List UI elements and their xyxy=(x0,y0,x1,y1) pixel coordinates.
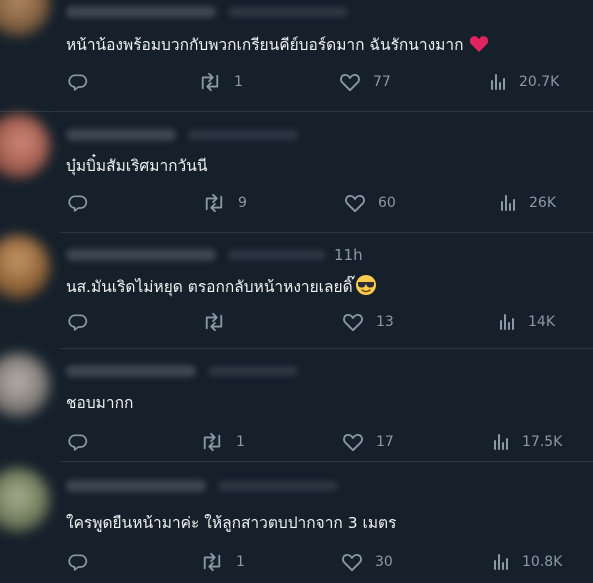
tweet-text: ชอบมากก xyxy=(66,393,133,413)
views-icon xyxy=(498,313,516,331)
like-button[interactable]: 77 xyxy=(339,71,391,93)
tweet-header xyxy=(66,127,298,143)
heart-icon xyxy=(342,432,364,452)
like-count: 17 xyxy=(376,434,394,450)
heart-icon xyxy=(341,552,363,572)
retweet-button[interactable]: 1 xyxy=(200,431,245,453)
retweet-count: 9 xyxy=(238,195,247,211)
tweet-text: นส.มันเริดไม่หยุด ตรอกกลับหน้าหงายเลยดิ๊ xyxy=(66,274,377,301)
tweet-header xyxy=(66,4,348,20)
tweet-header xyxy=(66,363,298,379)
author-handle[interactable] xyxy=(218,481,338,491)
views-button[interactable]: 14K xyxy=(498,311,555,333)
views-count: 20.7K xyxy=(519,74,560,90)
tweet[interactable]: ชอบมากก 1 17 17.5K xyxy=(0,349,593,459)
retweet-button[interactable]: 9 xyxy=(202,192,247,214)
retweet-count: 1 xyxy=(236,434,245,450)
views-button[interactable]: 26K xyxy=(499,192,556,214)
tweet-header: 11h xyxy=(66,246,363,264)
tweet-text-content: หน้าน้องพร้อมบวกกับพวกเกรียนคีย์บอร์ดมาก… xyxy=(66,36,464,54)
tweet[interactable]: ใครพูดยืนหน้ามาค่ะ ให้ลูกสาวตบปากจาก 3 เ… xyxy=(0,462,593,583)
retweet-icon xyxy=(198,72,222,92)
tweet-text-content: ชอบมากก xyxy=(66,394,134,412)
retweet-button[interactable]: 1 xyxy=(200,551,245,573)
like-count: 30 xyxy=(375,554,393,570)
retweet-button[interactable] xyxy=(202,311,238,333)
heart-icon xyxy=(342,312,364,332)
like-count: 77 xyxy=(373,74,391,90)
views-icon xyxy=(499,194,517,212)
reply-button[interactable] xyxy=(68,431,100,453)
like-button[interactable]: 60 xyxy=(344,192,396,214)
author-handle[interactable] xyxy=(228,7,348,17)
retweet-icon xyxy=(202,312,226,332)
avatar[interactable] xyxy=(0,0,50,36)
reply-icon xyxy=(68,432,88,452)
tweet-text: บุ๋มบิ๋มสัมเริศมากวันนี xyxy=(66,156,207,176)
like-count: 60 xyxy=(378,195,396,211)
views-icon xyxy=(489,73,507,91)
tweet[interactable]: บุ๋มบิ๋มสัมเริศมากวันนี 9 60 26K xyxy=(0,112,593,230)
tweet-header xyxy=(66,478,338,494)
tweet-text: ใครพูดยืนหน้ามาค่ะ ให้ลูกสาวตบปากจาก 3 เ… xyxy=(66,513,396,533)
reply-icon xyxy=(68,552,88,572)
author-handle[interactable] xyxy=(228,250,326,260)
heart-icon xyxy=(344,193,366,213)
like-count: 13 xyxy=(376,314,394,330)
views-button[interactable]: 20.7K xyxy=(489,71,559,93)
views-icon xyxy=(492,433,510,451)
like-button[interactable]: 30 xyxy=(341,551,393,573)
tweet-text-content: บุ๋มบิ๋มสัมเริศมากวันนี xyxy=(66,157,208,175)
retweet-icon xyxy=(200,432,224,452)
author-name[interactable] xyxy=(66,6,216,18)
views-count: 17.5K xyxy=(522,434,563,450)
heart-icon xyxy=(339,72,361,92)
tweet-text: หน้าน้องพร้อมบวกกับพวกเกรียนคีย์บอร์ดมาก… xyxy=(66,35,489,58)
views-button[interactable]: 10.8K xyxy=(492,551,562,573)
retweet-icon xyxy=(202,193,226,213)
views-count: 10.8K xyxy=(522,554,563,570)
author-name[interactable] xyxy=(66,480,206,492)
retweet-icon xyxy=(200,552,224,572)
views-button[interactable]: 17.5K xyxy=(492,431,562,453)
tweet[interactable]: หน้าน้องพร้อมบวกกับพวกเกรียนคีย์บอร์ดมาก… xyxy=(0,0,593,110)
tweet-timestamp[interactable]: 11h xyxy=(334,246,363,264)
reply-button[interactable] xyxy=(68,551,100,573)
reply-button[interactable] xyxy=(68,71,100,93)
sunglasses-emoji-icon xyxy=(355,274,377,301)
views-count: 26K xyxy=(529,195,556,211)
heart-emoji-icon xyxy=(469,35,489,58)
views-icon xyxy=(492,553,510,571)
author-handle[interactable] xyxy=(208,366,298,376)
author-name[interactable] xyxy=(66,249,216,261)
author-name[interactable] xyxy=(66,129,176,141)
views-count: 14K xyxy=(528,314,555,330)
avatar[interactable] xyxy=(0,235,50,299)
retweet-count: 1 xyxy=(234,74,243,90)
author-handle[interactable] xyxy=(188,130,298,140)
author-name[interactable] xyxy=(66,365,196,377)
retweet-count: 1 xyxy=(236,554,245,570)
like-button[interactable]: 13 xyxy=(342,311,394,333)
tweet-text-content: ใครพูดยืนหน้ามาค่ะ ให้ลูกสาวตบปากจาก 3 เ… xyxy=(66,514,397,532)
like-button[interactable]: 17 xyxy=(342,431,394,453)
reply-icon xyxy=(68,72,88,92)
avatar[interactable] xyxy=(0,114,50,178)
reply-icon xyxy=(68,193,88,213)
timeline-feed: หน้าน้องพร้อมบวกกับพวกเกรียนคีย์บอร์ดมาก… xyxy=(0,0,593,583)
reply-icon xyxy=(68,312,88,332)
avatar[interactable] xyxy=(0,353,50,417)
tweet-text-content: นส.มันเริดไม่หยุด ตรอกกลับหน้าหงายเลยดิ๊ xyxy=(66,278,353,296)
retweet-button[interactable]: 1 xyxy=(198,71,243,93)
reply-button[interactable] xyxy=(68,311,100,333)
reply-button[interactable] xyxy=(68,192,100,214)
tweet[interactable]: 11h นส.มันเริดไม่หยุด ตรอกกลับหน้าหงายเล… xyxy=(0,233,593,347)
avatar[interactable] xyxy=(0,468,50,532)
